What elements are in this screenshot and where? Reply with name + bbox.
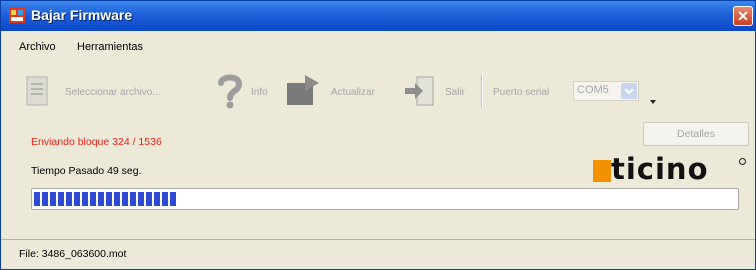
current-file-label: File: 3486_063600.mot (19, 248, 127, 260)
exit-label: Salir (445, 87, 466, 98)
upload-icon (287, 75, 319, 105)
logo-wordmark: ticino (611, 152, 709, 186)
menu-archivo[interactable]: Archivo (19, 41, 56, 53)
info-label: Info (251, 87, 268, 98)
question-icon (218, 74, 243, 109)
exit-button[interactable]: Salir (403, 71, 473, 111)
toolbar: Seleccionar archivo... Info Actualizar S… (1, 71, 755, 113)
menu-herramientas[interactable]: Herramientas (77, 41, 143, 53)
serial-port-value: COM5 (577, 84, 609, 96)
sending-block-status: Enviando bloque 324 / 1536 (31, 136, 162, 148)
status-bar: File: 3486_063600.mot (1, 239, 755, 269)
close-button[interactable]: ✕ (733, 6, 753, 26)
document-icon (26, 76, 48, 106)
select-file-label: Seleccionar archivo... (65, 87, 161, 98)
firmware-download-window: Bajar Firmware ✕ Archivo Herramientas Se… (0, 0, 756, 270)
bticino-logo: ticino (593, 152, 746, 186)
toolbar-overflow-icon[interactable] (649, 99, 657, 105)
title-bar[interactable]: Bajar Firmware ✕ (1, 1, 755, 31)
serial-port-select[interactable]: COM5 (573, 81, 639, 101)
app-icon (9, 8, 25, 23)
info-button[interactable]: Info (217, 71, 279, 111)
window-title: Bajar Firmware (31, 7, 133, 23)
update-button[interactable]: Actualizar (285, 71, 391, 111)
progress-bar (31, 188, 739, 210)
logo-accent (593, 160, 611, 182)
details-button[interactable]: Detalles (643, 122, 749, 146)
update-label: Actualizar (331, 87, 375, 98)
chevron-down-icon[interactable] (621, 83, 637, 99)
elapsed-time-status: Tiempo Pasado 49 seg. (31, 165, 142, 177)
exit-door-icon (405, 76, 434, 106)
progress-fill (34, 192, 178, 206)
toolbar-separator (481, 75, 483, 107)
select-file-button[interactable]: Seleccionar archivo... (23, 71, 213, 111)
registered-mark (739, 158, 746, 165)
menu-bar: Archivo Herramientas (1, 31, 755, 63)
serial-port-label: Puerto serial (493, 87, 550, 98)
